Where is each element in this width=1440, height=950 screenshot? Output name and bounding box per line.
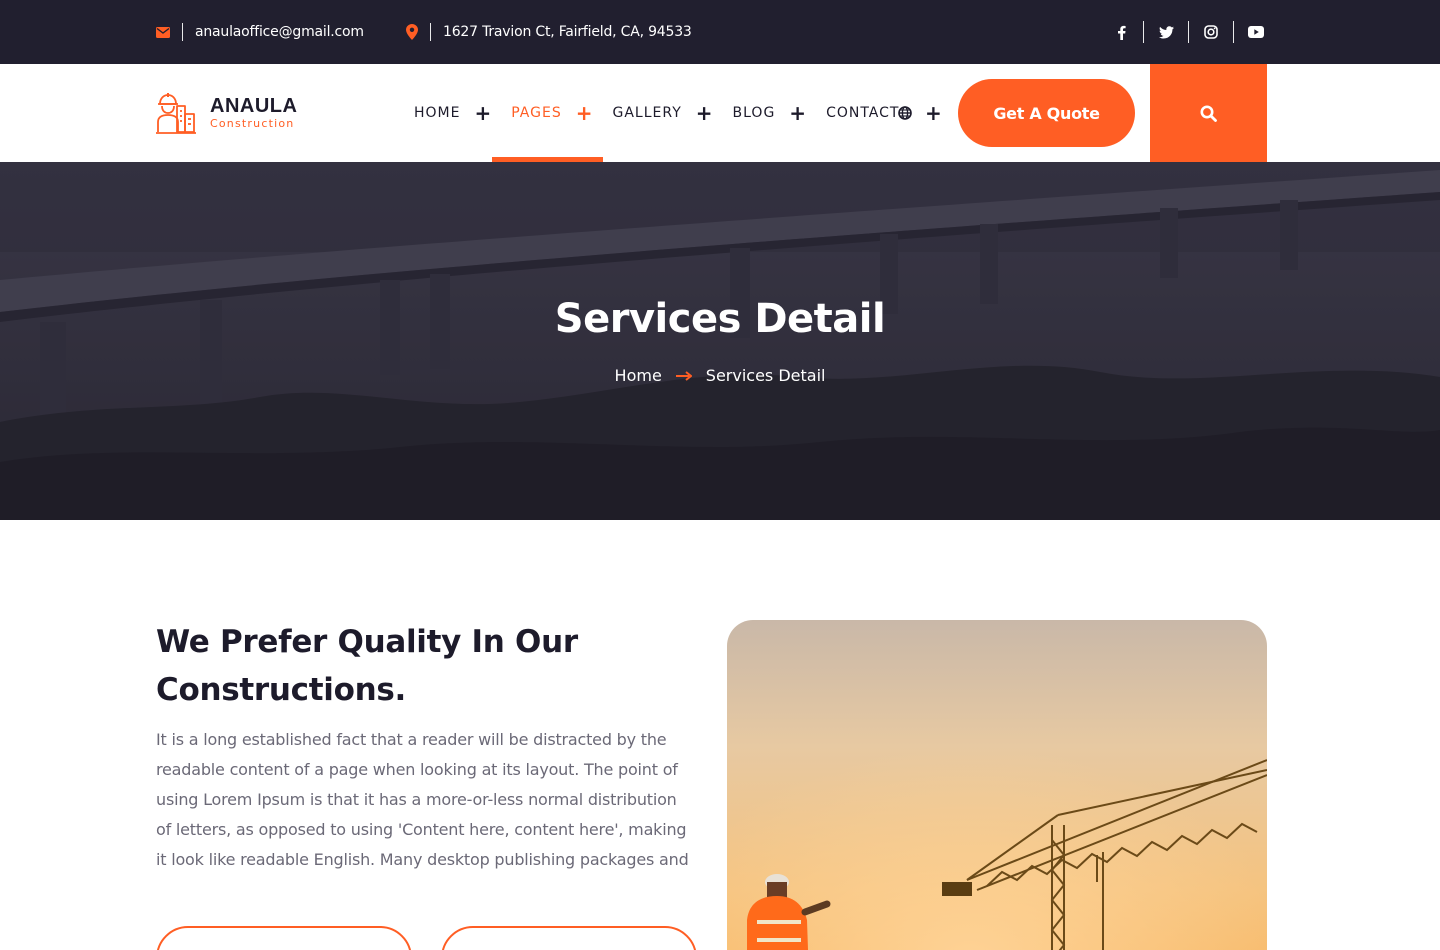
divider	[1188, 21, 1189, 43]
top-bar: anaulaoffice@gmail.com 1627 Travion Ct, …	[0, 0, 1440, 64]
map-marker-icon	[406, 24, 418, 40]
nav-item-gallery[interactable]: GALLERY +	[612, 64, 712, 162]
plus-icon[interactable]: +	[474, 103, 491, 123]
nav-item-contact[interactable]: CONTACT	[826, 64, 899, 162]
search-icon[interactable]	[1200, 105, 1217, 122]
nav-label[interactable]: BLOG	[733, 105, 776, 121]
breadcrumb-current: Services Detail	[705, 366, 826, 385]
nav-item-blog[interactable]: BLOG +	[733, 64, 807, 162]
construction-worker-logo-icon	[156, 93, 196, 134]
breadcrumb-home-link[interactable]: Home	[615, 366, 662, 385]
logo-subtitle: Construction	[210, 117, 295, 130]
email-text[interactable]: anaulaoffice@gmail.com	[195, 24, 364, 40]
page-title: Services Detail	[554, 296, 886, 342]
divider	[1233, 21, 1234, 43]
breadcrumb: Home Services Detail	[0, 366, 1440, 385]
topbar-address: 1627 Travion Ct, Fairfield, CA, 94533	[406, 0, 692, 64]
search-button[interactable]	[1150, 64, 1267, 162]
plus-icon[interactable]: +	[576, 103, 593, 123]
logo[interactable]: ANAULA Construction	[156, 92, 297, 134]
nav-label[interactable]: GALLERY	[612, 105, 681, 121]
social-links	[1110, 0, 1267, 64]
section-paragraph: It is a long established fact that a rea…	[156, 730, 689, 869]
nav-label[interactable]: CONTACT	[826, 105, 899, 121]
plus-icon[interactable]: +	[789, 103, 806, 123]
envelope-icon	[156, 26, 170, 38]
main-header: ANAULA Construction HOME + PAGES + GALLE…	[0, 64, 1440, 162]
divider	[430, 23, 431, 41]
divider	[1143, 21, 1144, 43]
section-heading: We Prefer Quality In Our Constructions.	[156, 624, 578, 708]
facebook-icon[interactable]	[1110, 21, 1132, 43]
address-text: 1627 Travion Ct, Fairfield, CA, 94533	[443, 24, 692, 40]
outline-button-1[interactable]	[156, 926, 412, 950]
instagram-icon[interactable]	[1200, 21, 1222, 43]
youtube-icon[interactable]	[1245, 21, 1267, 43]
twitter-icon[interactable]	[1155, 21, 1177, 43]
nav-item-pages[interactable]: PAGES +	[492, 64, 604, 162]
topbar-email[interactable]: anaulaoffice@gmail.com	[156, 0, 364, 64]
plus-icon[interactable]: +	[696, 103, 713, 123]
outline-button-2[interactable]	[441, 926, 697, 950]
globe-icon[interactable]	[898, 106, 912, 120]
language-selector[interactable]: +	[898, 64, 942, 162]
construction-crane-photo	[727, 620, 1267, 950]
nav-item-home[interactable]: HOME +	[414, 64, 491, 162]
arrow-right-icon	[675, 366, 693, 385]
get-a-quote-button[interactable]: Get A Quote	[958, 79, 1135, 147]
plus-icon[interactable]: +	[925, 103, 942, 123]
divider	[182, 23, 183, 41]
nav-label[interactable]: PAGES	[511, 105, 561, 121]
page-hero-banner: Services Detail Home Services Detail	[0, 162, 1440, 520]
nav-label[interactable]: HOME	[414, 105, 460, 121]
crane-image	[727, 620, 1267, 950]
main-nav: HOME + PAGES + GALLERY + BLOG + CONTACT	[414, 64, 919, 162]
logo-title: ANAULA	[210, 95, 298, 117]
